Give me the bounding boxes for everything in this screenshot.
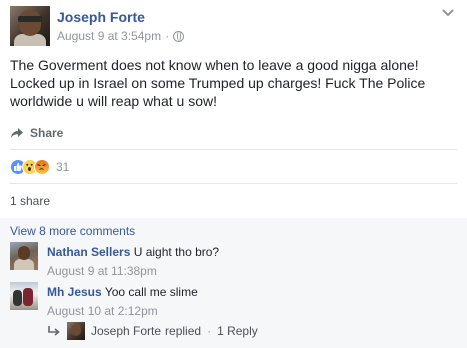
reactions-summary[interactable]: 31 [10, 159, 69, 175]
avatar[interactable] [10, 242, 38, 270]
comment-timestamp[interactable]: August 9 at 11:38pm [47, 264, 157, 278]
avatar [67, 322, 85, 340]
comments-section: View 8 more comments Nathan Sellers U ai… [0, 218, 467, 348]
comment-item: Mh Jesus Yoo call me slime August 10 at … [10, 282, 450, 324]
comment-body: Nathan Sellers U aight tho bro? [47, 244, 219, 260]
avatar-face [71, 324, 81, 336]
reaction-count[interactable]: 31 [56, 160, 69, 174]
avatar-face [19, 10, 41, 36]
view-replies-link[interactable]: Joseph Forte replied · 1 Reply [47, 322, 258, 340]
comment-author[interactable]: Mh Jesus [47, 285, 102, 299]
post-author-name[interactable]: Joseph Forte [57, 9, 145, 25]
avatar-figure [23, 288, 33, 306]
divider [10, 183, 457, 184]
view-more-comments-link[interactable]: View 8 more comments [10, 224, 135, 238]
meta-separator: · [165, 29, 170, 43]
chevron-down-icon[interactable] [441, 8, 455, 18]
comment-item: Nathan Sellers U aight tho bro? August 9… [10, 242, 450, 284]
reply-verb: replied [165, 324, 202, 338]
shares-count[interactable]: 1 share [10, 194, 50, 208]
reply-author: Joseph Forte [91, 324, 162, 338]
comment-text: Yoo call me slime [104, 285, 198, 299]
comment-author[interactable]: Nathan Sellers [47, 245, 130, 259]
post-header: Joseph Forte August 9 at 3:54pm · [10, 6, 457, 46]
comment-body: Mh Jesus Yoo call me slime [47, 284, 198, 300]
avatar-body [14, 259, 34, 270]
comment-timestamp[interactable]: August 10 at 2:12pm [47, 304, 158, 318]
angry-icon [34, 159, 50, 175]
author-avatar[interactable] [10, 6, 50, 46]
comment-text: U aight tho bro? [133, 245, 220, 259]
avatar-head [18, 246, 30, 260]
avatar[interactable] [10, 282, 38, 310]
reply-count: 1 Reply [217, 324, 258, 338]
reply-separator: · [207, 324, 212, 338]
post-timestamp[interactable]: August 9 at 3:54pm [57, 29, 161, 43]
share-label: Share [30, 126, 64, 140]
avatar-figure [13, 290, 22, 306]
globe-icon[interactable] [173, 30, 185, 42]
share-button[interactable]: Share [10, 126, 63, 140]
reply-arrow-icon [48, 326, 60, 336]
post-text: The Goverment does not know when to leav… [10, 57, 426, 109]
post-meta: August 9 at 3:54pm · [57, 29, 185, 43]
divider [10, 149, 457, 150]
share-arrow-icon [11, 128, 23, 138]
avatar-sunglasses [18, 16, 42, 22]
